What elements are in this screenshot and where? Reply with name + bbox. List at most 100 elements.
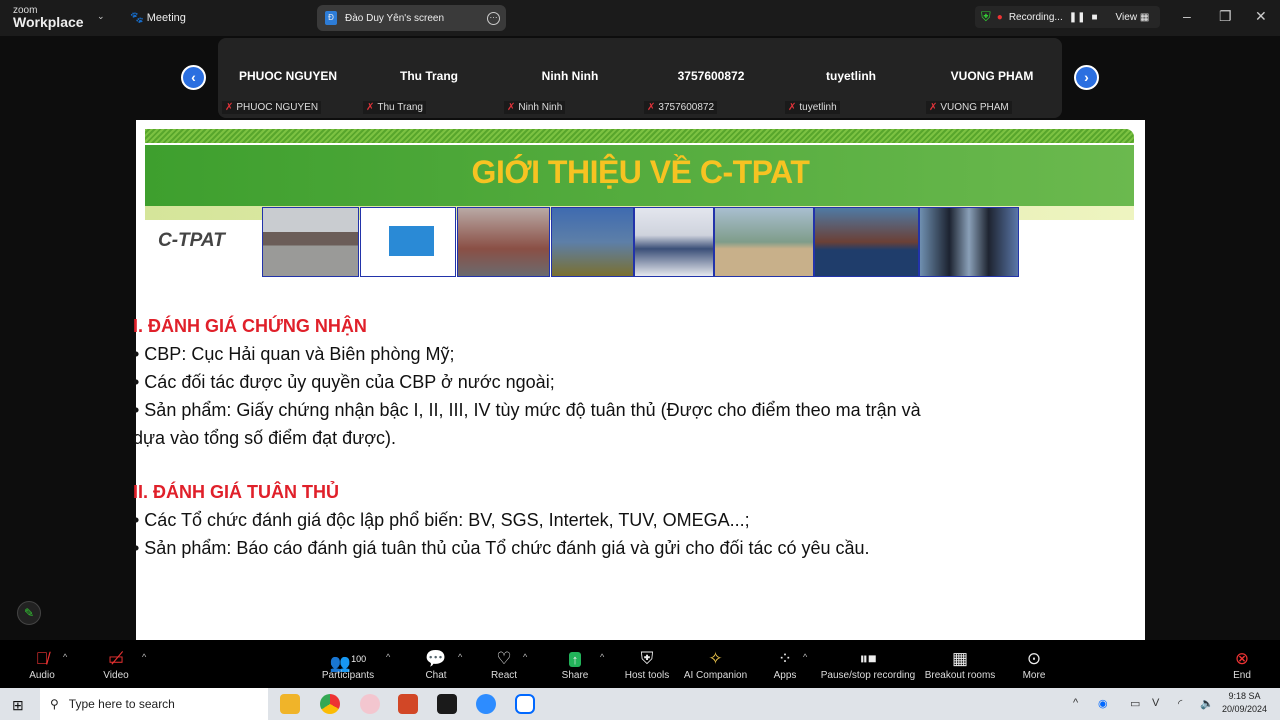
apps-caret[interactable]: ^ — [803, 652, 807, 662]
port-image — [262, 207, 359, 277]
garena-icon[interactable] — [437, 694, 457, 714]
participant-tile[interactable]: PHUOC NGUYEN — [218, 69, 358, 83]
tray-chevron-icon[interactable]: ^ — [1073, 697, 1078, 709]
section-heading: I. ĐÁNH GIÁ CHỨNG NHẬN — [133, 316, 367, 336]
audio-button[interactable]: 🎙̸ Audio — [22, 648, 62, 681]
breakout-rooms-button[interactable]: ▦ Breakout rooms — [924, 648, 996, 681]
meeting-menu[interactable]: 🐾 Meeting — [130, 11, 186, 24]
more-icon: ⊙ — [1026, 649, 1042, 668]
video-off-icon: ▭̸ — [107, 649, 125, 668]
chrome-icon[interactable] — [320, 694, 340, 714]
taskbar-clock[interactable]: 9:18 SA 20/09/2024 — [1222, 690, 1267, 716]
paw-icon: 🐾 — [130, 12, 144, 24]
close-button[interactable]: ✕ — [1255, 8, 1267, 25]
end-label: End — [1233, 670, 1251, 681]
bullet: • Sản phẩm: Báo cáo đánh giá tuân thủ củ… — [133, 538, 870, 558]
react-label: React — [490, 670, 518, 681]
host-tools-button[interactable]: ⛨ Host tools — [622, 648, 672, 681]
participant-tile[interactable]: tuyetlinh — [781, 69, 921, 83]
battery-icon[interactable]: ▭ — [1130, 697, 1140, 710]
video-button[interactable]: ▭̸ Video — [96, 648, 136, 681]
participant-label: ✗ tuyetlinh — [785, 101, 840, 114]
participants-caret[interactable]: ^ — [386, 652, 390, 662]
heart-icon: ♡ — [496, 649, 512, 668]
participants-count: 100 — [351, 654, 367, 664]
powerpoint-icon[interactable] — [398, 694, 418, 714]
v-tray-icon[interactable]: V — [1152, 697, 1159, 709]
host-tools-label: Host tools — [624, 670, 670, 681]
pause-icon[interactable]: ❚❚ — [1069, 12, 1086, 23]
chevron-down-icon[interactable]: ⌄ — [97, 11, 105, 22]
pause-stop-label: Pause/stop recording — [820, 670, 916, 681]
mic-muted-icon: ✗ — [225, 102, 234, 113]
zalo-icon[interactable] — [515, 694, 535, 714]
slide-title: GIỚI THIỆU VỀ C-TPAT — [471, 154, 810, 190]
share-caret[interactable]: ^ — [600, 652, 604, 662]
view-button[interactable]: View ▦ — [1116, 12, 1150, 23]
participant-label-name: Ninh Ninh — [518, 102, 563, 113]
end-x-icon: ⊗ — [1234, 649, 1250, 668]
clock-time: 9:18 SA — [1228, 691, 1261, 701]
taskbar-search[interactable]: ⚲ Type here to search — [40, 688, 268, 720]
slide-stripe — [145, 129, 1134, 143]
more-options-icon[interactable]: ··· — [487, 11, 500, 25]
minimize-button[interactable]: – — [1183, 8, 1191, 24]
zalo-tray-icon[interactable]: ◉ — [1098, 697, 1108, 710]
participant-tile[interactable]: Ninh Ninh — [500, 69, 640, 83]
mic-muted-icon: ✗ — [647, 102, 656, 113]
participant-label-name: VUONG PHAM — [940, 102, 1009, 113]
grid-icon: ▦ — [951, 649, 969, 668]
participant-label: ✗ Thu Trang — [363, 101, 426, 114]
share-button[interactable]: ↑ Share — [560, 648, 590, 681]
zoom-logo: Workplace — [13, 14, 84, 30]
react-caret[interactable]: ^ — [523, 652, 527, 662]
participant-label: ✗ VUONG PHAM — [926, 101, 1012, 114]
mic-muted-icon: ✗ — [507, 102, 516, 113]
screen-share-pill[interactable]: Đ Đào Duy Yên's screen ··· — [317, 5, 506, 31]
bullet: • Các Tổ chức đánh giá độc lập phổ biến:… — [133, 510, 750, 530]
view-label: View — [1115, 11, 1138, 23]
participants-button[interactable]: 👥100 Participants — [318, 648, 378, 681]
participants-label: Participants — [321, 670, 375, 681]
more-button[interactable]: ⊙ More — [1019, 648, 1049, 681]
wifi-icon[interactable]: ◜ — [1178, 697, 1182, 710]
shield-icon: ⛨ — [640, 649, 654, 668]
video-options-caret[interactable]: ^ — [142, 652, 146, 662]
ai-companion-label: AI Companion — [683, 670, 748, 681]
container-diagram-image — [389, 226, 434, 256]
share-arrow-icon: ↑ — [560, 648, 590, 670]
snipping-tool-icon[interactable] — [360, 694, 380, 714]
audio-label: Audio — [29, 670, 55, 681]
ai-companion-button[interactable]: ✧ AI Companion — [683, 648, 748, 681]
airplane-image — [714, 207, 814, 277]
chat-button[interactable]: 💬 Chat — [421, 648, 451, 681]
participant-tile[interactable]: 3757600872 — [641, 69, 781, 83]
participant-tile[interactable]: VUONG PHAM — [922, 69, 1062, 83]
windows-start-icon[interactable]: ⊞ — [12, 697, 24, 714]
restore-button[interactable]: ❐ — [1219, 8, 1232, 25]
sharer-avatar: Đ — [325, 11, 337, 25]
mic-muted-icon: ✗ — [788, 102, 797, 113]
bullet: • Sản phẩm: Giấy chứng nhận bậc I, II, I… — [133, 400, 921, 448]
speaker-icon[interactable]: 🔈 — [1200, 697, 1214, 710]
participant-label: ✗ Ninh Ninh — [504, 101, 566, 114]
pause-stop-recording-button[interactable]: ⏸⏹ Pause/stop recording — [820, 648, 916, 681]
stop-icon[interactable]: ■ — [1092, 12, 1098, 23]
audio-options-caret[interactable]: ^ — [63, 652, 67, 662]
react-button[interactable]: ♡ React — [489, 648, 519, 681]
search-placeholder: Type here to search — [68, 697, 175, 711]
annotate-pen-icon[interactable]: ✎ — [17, 601, 41, 625]
officers-image — [919, 207, 1019, 277]
next-page-button[interactable]: › — [1074, 65, 1099, 90]
file-explorer-icon[interactable] — [280, 694, 300, 714]
end-button[interactable]: ⊗ End — [1227, 648, 1257, 681]
pause-stop-icon: ⏸⏹ — [859, 649, 877, 668]
apps-button[interactable]: ⁘ Apps — [770, 648, 800, 681]
zoom-taskbar-icon[interactable] — [476, 694, 496, 714]
forklift-image — [551, 207, 634, 277]
participant-tile[interactable]: Thu Trang — [359, 69, 499, 83]
sparkle-icon: ✧ — [708, 649, 723, 668]
mic-muted-icon: 🎙̸ — [35, 649, 49, 668]
chat-caret[interactable]: ^ — [458, 652, 462, 662]
prev-page-button[interactable]: ‹ — [181, 65, 206, 90]
